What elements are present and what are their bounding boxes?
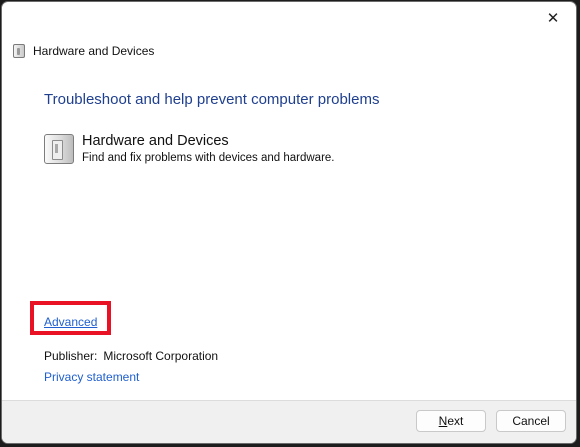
item-description: Find and fix problems with devices and h… [82, 152, 335, 164]
footer-bar: Next Cancel [2, 400, 576, 443]
privacy-statement-link[interactable]: Privacy statement [44, 370, 139, 384]
next-label: ext [447, 414, 464, 428]
item-text: Hardware and Devices Find and fix proble… [82, 132, 335, 166]
troubleshooter-window: ✕ Hardware and Devices Troubleshoot and … [1, 1, 577, 444]
advanced-link[interactable]: Advanced [44, 315, 97, 329]
cancel-button[interactable]: Cancel [496, 410, 566, 432]
next-button[interactable]: Next [416, 410, 486, 432]
publisher-label: Publisher: [44, 349, 98, 363]
troubleshooter-item: Hardware and Devices Find and fix proble… [44, 132, 335, 166]
close-button[interactable]: ✕ [530, 2, 576, 34]
publisher-info: Publisher: Microsoft Corporation [44, 349, 218, 363]
hardware-icon [13, 44, 25, 58]
page-heading: Troubleshoot and help prevent computer p… [44, 91, 380, 108]
close-icon: ✕ [546, 10, 560, 27]
window-header: Hardware and Devices [13, 42, 154, 60]
item-title: Hardware and Devices [82, 133, 229, 149]
window-title: Hardware and Devices [33, 44, 155, 58]
next-accesskey: N [438, 414, 448, 428]
hardware-icon [44, 134, 74, 164]
publisher-value: Microsoft Corporation [103, 349, 219, 363]
